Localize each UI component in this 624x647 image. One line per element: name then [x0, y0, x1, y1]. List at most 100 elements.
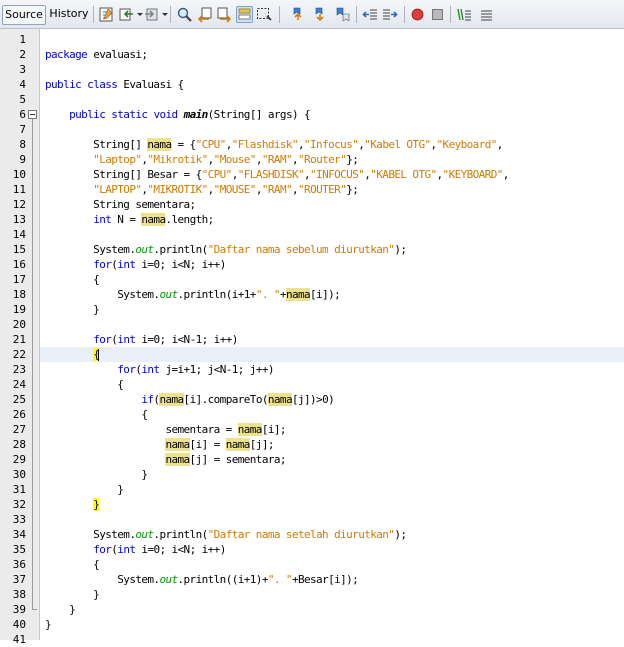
keyword-token: for — [117, 363, 136, 376]
code-area[interactable]: package evaluasi; public class Evaluasi {… — [40, 29, 624, 640]
code-token: String[] — [45, 138, 148, 151]
code-line[interactable]: System.out.println(i+1+". "+nama[i]); — [45, 287, 341, 302]
code-line[interactable]: for(int j=i+1; j<N-1; j++) — [45, 362, 274, 377]
code-line[interactable]: "Laptop","Mikrotik","Mouse","RAM","Route… — [45, 152, 359, 167]
find-icon[interactable] — [176, 6, 193, 23]
string-token: "Laptop" — [93, 153, 142, 166]
code-line[interactable]: } — [45, 587, 100, 602]
toggle-highlight-icon[interactable] — [236, 6, 253, 23]
toolbar-separator — [450, 6, 451, 23]
comment-icon[interactable] — [456, 6, 473, 23]
back-icon[interactable] — [118, 6, 135, 23]
line-number: 7 — [19, 123, 26, 136]
line-number: 21 — [12, 333, 26, 346]
line-number: 12 — [12, 198, 26, 211]
string-token: "Flashdisk" — [231, 138, 299, 151]
code-line[interactable]: sementara = nama[i]; — [45, 422, 287, 437]
code-line[interactable]: { — [45, 407, 148, 422]
code-line[interactable]: String[] Besar = {"CPU","FLASHDISK","INF… — [45, 167, 509, 182]
line-number: 2 — [19, 48, 26, 61]
matching-brace: } — [93, 498, 100, 511]
code-token: ); — [394, 243, 407, 256]
code-token: } — [45, 483, 124, 496]
line-number: 36 — [12, 558, 26, 571]
forward-icon[interactable] — [143, 6, 160, 23]
fold-collapse-icon[interactable] — [28, 110, 37, 119]
code-line[interactable]: } — [45, 467, 148, 482]
line-number: 38 — [12, 588, 26, 601]
code-token: [i] = — [189, 438, 226, 451]
line-number: 6 — [19, 108, 26, 121]
next-bookmark-icon[interactable] — [312, 6, 329, 23]
line-number: 10 — [12, 168, 26, 181]
occurrence-highlight: nama — [225, 438, 250, 451]
uncomment-icon[interactable] — [478, 6, 495, 23]
tab-source[interactable]: Source — [2, 5, 46, 25]
code-token: .length; — [165, 213, 214, 226]
code-line[interactable]: { — [45, 272, 100, 287]
code-line[interactable]: public class Evaluasi { — [45, 77, 184, 92]
code-line[interactable]: package evaluasi; — [45, 47, 148, 62]
find-next-icon[interactable] — [216, 6, 233, 23]
line-number: 3 — [19, 63, 26, 76]
code-token: (String[] args) { — [207, 108, 311, 121]
code-line[interactable]: System.out.println("Daftar nama sebelum … — [45, 242, 407, 257]
code-line[interactable]: { — [45, 557, 100, 572]
code-line[interactable]: } — [45, 617, 52, 632]
string-token: "FLASHDISK" — [237, 168, 305, 181]
code-line[interactable]: } — [45, 602, 76, 617]
code-token: } — [45, 303, 100, 316]
code-token: , — [502, 168, 510, 181]
line-number: 40 — [12, 618, 26, 631]
code-line[interactable]: for(int i=0; i<N; i++) — [45, 542, 226, 557]
find-previous-icon[interactable] — [196, 6, 213, 23]
code-line[interactable]: } — [45, 497, 100, 512]
code-token: i=0; i<N; i++) — [135, 258, 226, 271]
code-line[interactable]: { — [45, 347, 100, 362]
code-line[interactable]: nama[i] = nama[j]; — [45, 437, 274, 452]
code-line[interactable]: if(nama[i].compareTo(nama[j])>0) — [45, 392, 335, 407]
code-line[interactable]: { — [45, 377, 124, 392]
line-number: 22 — [12, 348, 26, 361]
code-token: }; — [346, 183, 359, 196]
method-name-token: main — [183, 108, 209, 121]
shift-right-icon[interactable] — [382, 6, 399, 23]
code-line[interactable]: System.out.println((i+1)+". "+Besar[i]); — [45, 572, 359, 587]
shift-left-icon[interactable] — [362, 6, 379, 23]
code-line[interactable]: "LAPTOP","MIKROTIK","MOUSE","RAM","ROUTE… — [45, 182, 359, 197]
toolbar-separator — [279, 6, 280, 23]
code-line[interactable]: nama[j] = sementara; — [45, 452, 287, 467]
code-line[interactable]: } — [45, 302, 100, 317]
keyword-token: for — [93, 333, 112, 346]
code-line[interactable]: String sementara; — [45, 197, 196, 212]
code-line[interactable]: for(int i=0; i<N; i++) — [45, 257, 226, 272]
code-line[interactable]: for(int i=0; i<N-1; i++) — [45, 332, 238, 347]
code-token: evaluasi; — [87, 48, 148, 61]
code-line[interactable]: String[] nama = {"CPU","Flashdisk","Info… — [45, 137, 503, 152]
string-token: "LAPTOP" — [93, 183, 142, 196]
line-number: 9 — [19, 153, 26, 166]
code-line[interactable]: } — [45, 482, 124, 497]
string-token: "Daftar nama setelah diurutkan" — [207, 528, 395, 541]
stop-macro-icon[interactable] — [429, 6, 446, 23]
occurrence-highlight: nama — [147, 138, 172, 151]
forward-dropdown-icon[interactable] — [162, 13, 168, 16]
toggle-bookmark-icon[interactable] — [334, 6, 351, 23]
string-token: "Kabel OTG" — [364, 138, 431, 151]
string-token: ". " — [267, 573, 293, 586]
code-editor[interactable]: 1 2 3 4 5 6 7 8 9 10 11 12 13 14 15 16 17 18 19 20 21 22 23 24 2… — [0, 29, 624, 646]
code-line[interactable]: System.out.println("Daftar nama setelah … — [45, 527, 407, 542]
code-token: , — [496, 138, 504, 151]
code-line[interactable]: public static void main(String[] args) { — [45, 107, 311, 122]
tab-history[interactable]: History — [48, 5, 90, 25]
start-macro-icon[interactable] — [409, 6, 426, 23]
code-line[interactable]: int N = nama.length; — [45, 212, 214, 227]
find-selection-icon[interactable] — [256, 6, 273, 23]
last-edit-icon[interactable] — [98, 6, 115, 23]
previous-bookmark-icon[interactable] — [290, 6, 307, 23]
